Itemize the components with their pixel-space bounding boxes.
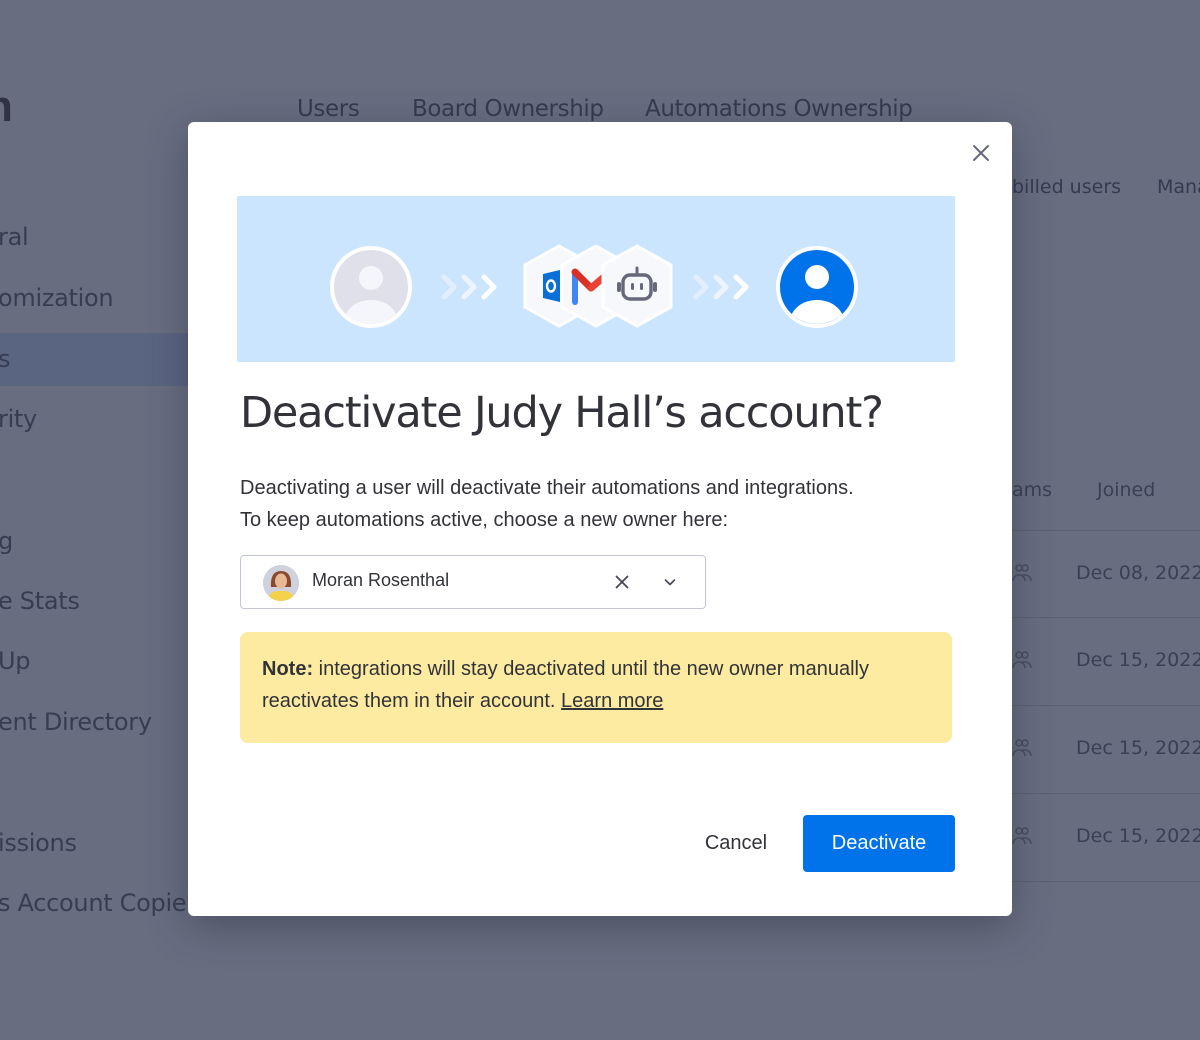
sidebar-item-permissions[interactable]: issions <box>0 829 77 857</box>
sidebar-active-highlight <box>0 333 190 386</box>
clear-selection-button[interactable] <box>611 571 633 593</box>
tab-automations-ownership[interactable]: Automations Ownership <box>645 96 913 122</box>
ownership-transfer-illustration <box>237 196 955 362</box>
new-owner-select[interactable]: Moran Rosenthal <box>240 555 706 609</box>
subtab-managers[interactable]: Mana <box>1157 176 1200 198</box>
sidebar-item-users[interactable]: s <box>0 345 11 373</box>
robot-icon <box>601 244 673 328</box>
joined-date: Dec 15, 2022D <box>1076 649 1200 671</box>
cancel-button[interactable]: Cancel <box>686 815 786 871</box>
sidebar-item-account-copier[interactable]: s Account Copier <box>0 889 196 917</box>
note-banner: Note: integrations will stay deactivated… <box>240 632 952 743</box>
team-icon <box>1012 739 1032 757</box>
note-label: Note: <box>262 658 314 680</box>
user-silhouette-icon <box>344 266 398 324</box>
close-icon <box>973 145 989 161</box>
user-silhouette-icon <box>790 265 844 324</box>
team-icon <box>1012 827 1032 845</box>
team-icon <box>1012 651 1032 669</box>
sidebar-item-content-directory[interactable]: ent Directory <box>0 708 152 736</box>
user-avatar-inactive <box>330 246 412 328</box>
chevrons-right-icon <box>441 274 497 300</box>
dropdown-toggle[interactable] <box>659 571 681 593</box>
table-row: Dec 15, 2022D <box>1000 618 1200 706</box>
close-button[interactable] <box>968 140 994 166</box>
chevron-down-icon <box>664 579 676 586</box>
user-avatar-active <box>776 246 858 328</box>
selected-owner-name: Moran Rosenthal <box>312 570 450 590</box>
joined-date: Dec 15, 2022D <box>1076 737 1200 759</box>
person-photo-icon <box>263 565 299 601</box>
sidebar-item-security[interactable]: rity <box>0 405 37 433</box>
team-icon <box>1012 564 1032 582</box>
clear-icon <box>615 575 629 589</box>
tab-board-ownership[interactable]: Board Ownership <box>412 96 604 122</box>
description-line: Deactivating a user will deactivate thei… <box>240 477 854 499</box>
table-row: Dec 08, 2022 <box>1000 530 1200 618</box>
subtab-billed-users[interactable]: billed users <box>1012 176 1121 198</box>
owner-avatar <box>263 565 299 601</box>
joined-date: Dec 08, 2022 <box>1076 562 1200 584</box>
sidebar-item-usage-stats[interactable]: e Stats <box>0 587 80 615</box>
page-title: n <box>0 82 13 132</box>
table-row: Dec 15, 2022D <box>1000 706 1200 794</box>
sidebar-item-customization[interactable]: omization <box>0 284 114 312</box>
sidebar-item-general[interactable]: ral <box>0 223 29 251</box>
dialog-description: Deactivating a user will deactivate thei… <box>240 472 960 536</box>
table-row: Dec 15, 2022D <box>1000 794 1200 882</box>
description-line: To keep automations active, choose a new… <box>240 509 729 531</box>
sidebar-item-billing[interactable]: g <box>0 527 13 555</box>
column-header-teams[interactable]: ams <box>1012 479 1052 501</box>
dialog-title: Deactivate Judy Hall’s account? <box>240 388 884 438</box>
deactivate-user-dialog: Deactivate Judy Hall’s account? Deactiva… <box>188 122 1012 916</box>
joined-date: Dec 15, 2022D <box>1076 825 1200 847</box>
learn-more-link[interactable]: Learn more <box>561 690 663 712</box>
tab-users[interactable]: Users <box>297 96 360 122</box>
deactivate-button[interactable]: Deactivate <box>803 815 955 872</box>
column-header-joined[interactable]: Joined <box>1097 479 1155 501</box>
chevrons-right-icon <box>693 274 749 300</box>
sidebar-item-tidy-up[interactable]: Up <box>0 647 31 675</box>
